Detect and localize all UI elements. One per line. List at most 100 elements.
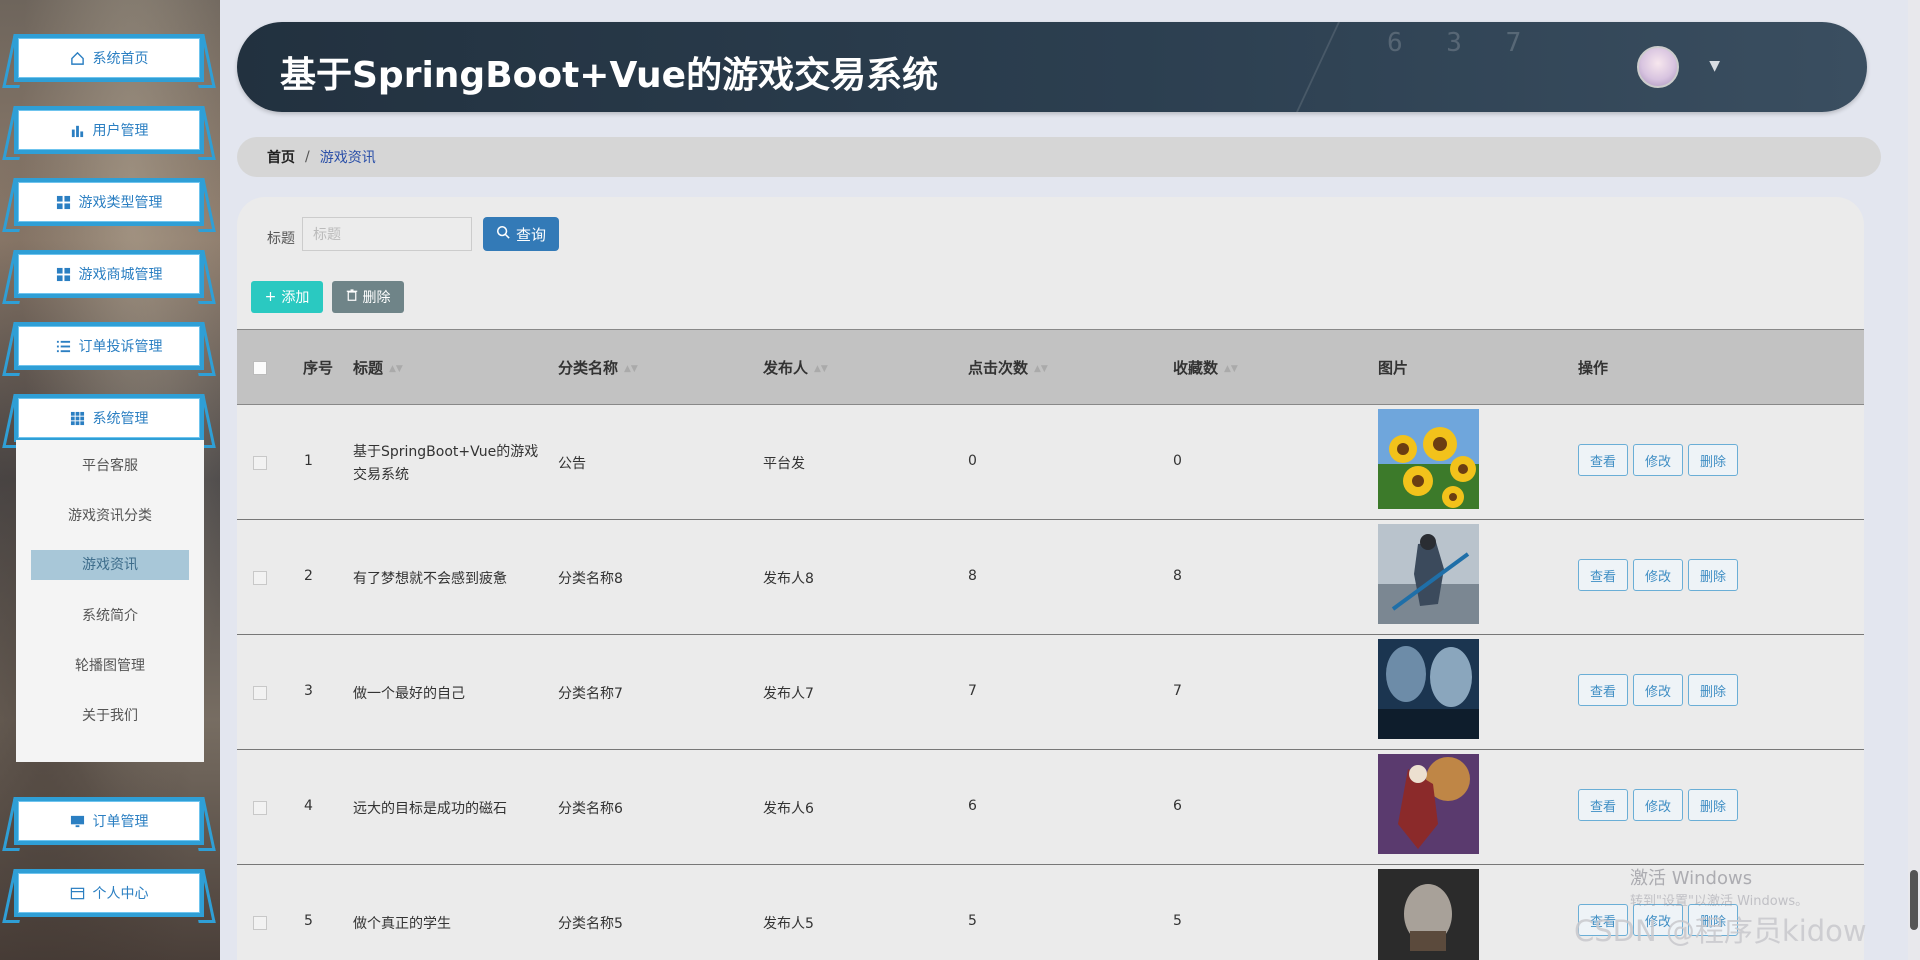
sort-icon[interactable]: ▲▼ <box>389 331 403 407</box>
th-clicks[interactable]: 点击次数 ▲▼ <box>968 330 1048 406</box>
cell-favorites: 8 <box>1173 568 1182 584</box>
grid-icon <box>56 195 71 210</box>
search-label: 标题 <box>267 231 295 247</box>
cell-clicks: 8 <box>968 568 977 584</box>
bar-chart-icon <box>70 123 85 138</box>
thumbnail-sunflowers[interactable] <box>1378 409 1479 509</box>
edit-button[interactable]: 修改 <box>1633 789 1683 821</box>
select-all-checkbox[interactable] <box>253 361 267 375</box>
menu-home[interactable]: 系统首页 <box>14 34 204 82</box>
menu-label: 游戏类型管理 <box>78 195 163 211</box>
submenu-item-carousel[interactable]: 轮播图管理 <box>16 640 204 690</box>
cell-title: 远大的目标是成功的磁石 <box>353 801 507 817</box>
row-actions: 查看 修改 删除 <box>1578 789 1738 821</box>
row-checkbox[interactable] <box>253 571 267 585</box>
menu-personal-center[interactable]: 个人中心 <box>14 869 204 917</box>
cell-clicks: 6 <box>968 798 977 814</box>
monitor-icon <box>70 814 85 829</box>
news-table: 序号 标题 ▲▼ 分类名称 ▲▼ 发布人 ▲▼ 点击次数 ▲▼ 收藏数 ▲▼ 图片 操作 … <box>237 329 1864 960</box>
cell-title: 做一个最好的自己 <box>353 686 465 702</box>
cell-favorites: 5 <box>1173 913 1182 929</box>
submenu-item-game-news[interactable]: 游戏资讯 <box>16 540 204 590</box>
windows-activation-watermark: 激活 Windows <box>1630 868 1753 889</box>
row-checkbox[interactable] <box>253 456 267 470</box>
page-title: 基于SpringBoot+Vue的游戏交易系统 <box>280 55 939 96</box>
cell-favorites: 0 <box>1173 453 1182 469</box>
submenu-item-system-intro[interactable]: 系统简介 <box>16 590 204 640</box>
avatar[interactable] <box>1637 46 1679 88</box>
table-row: 4 远大的目标是成功的磁石 分类名称6 发布人6 6 6 查看 修改 删除 <box>237 750 1864 865</box>
delete-button[interactable]: 删除 <box>1688 674 1738 706</box>
add-button[interactable]: + 添加 <box>251 281 323 313</box>
menu-user-management[interactable]: 用户管理 <box>14 106 204 154</box>
scrollbar-thumb[interactable] <box>1910 870 1918 930</box>
edit-button[interactable]: 修改 <box>1633 674 1683 706</box>
cell-clicks: 7 <box>968 683 977 699</box>
menu-system-management[interactable]: 系统管理 <box>14 394 204 442</box>
menu-order-management[interactable]: 订单管理 <box>14 797 204 845</box>
thumbnail-warrior[interactable] <box>1378 524 1479 624</box>
thumbnail-poster[interactable] <box>1378 639 1479 739</box>
menu-game-mall[interactable]: 游戏商城管理 <box>14 250 204 298</box>
th-image: 图片 <box>1378 359 1409 377</box>
edit-button[interactable]: 修改 <box>1633 559 1683 591</box>
cell-title: 有了梦想就不会感到疲惫 <box>353 571 507 587</box>
view-button[interactable]: 查看 <box>1578 444 1628 476</box>
cell-publisher: 发布人5 <box>763 916 814 932</box>
cell-no: 4 <box>304 798 313 814</box>
menu-order-complaint[interactable]: 订单投诉管理 <box>14 322 204 370</box>
caret-down-icon[interactable]: ▼ <box>1709 58 1720 74</box>
cell-publisher: 发布人6 <box>763 801 814 817</box>
apps-icon <box>70 411 85 426</box>
row-checkbox[interactable] <box>253 916 267 930</box>
plus-icon: + <box>264 289 277 305</box>
sidebar: 系统首页 用户管理 游戏类型管理 游戏商城管理 订单投诉管理 系统管理 平台客服… <box>0 0 220 960</box>
search-input[interactable] <box>302 217 472 251</box>
view-button[interactable]: 查看 <box>1578 789 1628 821</box>
add-button-label: 添加 <box>281 290 310 306</box>
cell-no: 3 <box>304 683 313 699</box>
th-favorites[interactable]: 收藏数 ▲▼ <box>1173 330 1238 406</box>
breadcrumb-home[interactable]: 首页 <box>267 147 295 167</box>
submenu-item-platform-service[interactable]: 平台客服 <box>16 440 204 490</box>
row-checkbox[interactable] <box>253 686 267 700</box>
th-title[interactable]: 标题 ▲▼ <box>353 330 403 406</box>
view-button[interactable]: 查看 <box>1578 559 1628 591</box>
edit-button[interactable]: 修改 <box>1633 444 1683 476</box>
search-icon <box>496 225 510 243</box>
page-scrollbar[interactable] <box>1908 0 1920 960</box>
sort-icon[interactable]: ▲▼ <box>1224 331 1238 407</box>
cell-publisher: 发布人7 <box>763 686 814 702</box>
menu-label: 订单管理 <box>92 814 149 830</box>
menu-label: 游戏商城管理 <box>78 267 163 283</box>
sort-icon[interactable]: ▲▼ <box>814 331 828 407</box>
delete-button[interactable]: 删除 <box>1688 789 1738 821</box>
thumbnail-bald-warrior[interactable] <box>1378 869 1479 960</box>
csdn-watermark: CSDN @程序员kidow <box>1574 914 1867 948</box>
view-button[interactable]: 查看 <box>1578 674 1628 706</box>
sort-icon[interactable]: ▲▼ <box>624 331 638 407</box>
delete-button[interactable]: 删除 <box>1688 559 1738 591</box>
system-submenu: 平台客服 游戏资讯分类 游戏资讯 系统简介 轮播图管理 关于我们 <box>16 440 204 762</box>
cell-favorites: 7 <box>1173 683 1182 699</box>
submenu-item-news-category[interactable]: 游戏资讯分类 <box>16 490 204 540</box>
thumbnail-hero[interactable] <box>1378 754 1479 854</box>
content-panel: 标题 查询 + 添加 删除 序号 标题▲▼ 分类名称▲▼ 发布人▲▼ 点击次数▲… <box>237 197 1864 960</box>
query-button[interactable]: 查询 <box>483 217 559 251</box>
windows-activation-hint: 转到"设置"以激活 Windows。 <box>1630 894 1809 909</box>
menu-label: 用户管理 <box>92 123 149 139</box>
sort-icon[interactable]: ▲▼ <box>1034 331 1048 407</box>
cell-title: 基于SpringBoot+Vue的游戏交易系统 <box>353 444 539 483</box>
th-publisher[interactable]: 发布人 ▲▼ <box>763 330 828 406</box>
list-icon <box>56 339 71 354</box>
table-header: 序号 标题 ▲▼ 分类名称 ▲▼ 发布人 ▲▼ 点击次数 ▲▼ 收藏数 ▲▼ 图片 操作 <box>237 329 1864 405</box>
batch-delete-button[interactable]: 删除 <box>332 281 404 313</box>
top-header: 6 3 7 基于SpringBoot+Vue的游戏交易系统 ▼ <box>237 22 1867 112</box>
delete-button[interactable]: 删除 <box>1688 444 1738 476</box>
delete-button-label: 删除 <box>362 290 391 306</box>
submenu-item-about-us[interactable]: 关于我们 <box>16 690 204 740</box>
th-category[interactable]: 分类名称 ▲▼ <box>558 330 638 406</box>
row-checkbox[interactable] <box>253 801 267 815</box>
cell-category: 分类名称7 <box>558 686 623 702</box>
menu-game-type[interactable]: 游戏类型管理 <box>14 178 204 226</box>
